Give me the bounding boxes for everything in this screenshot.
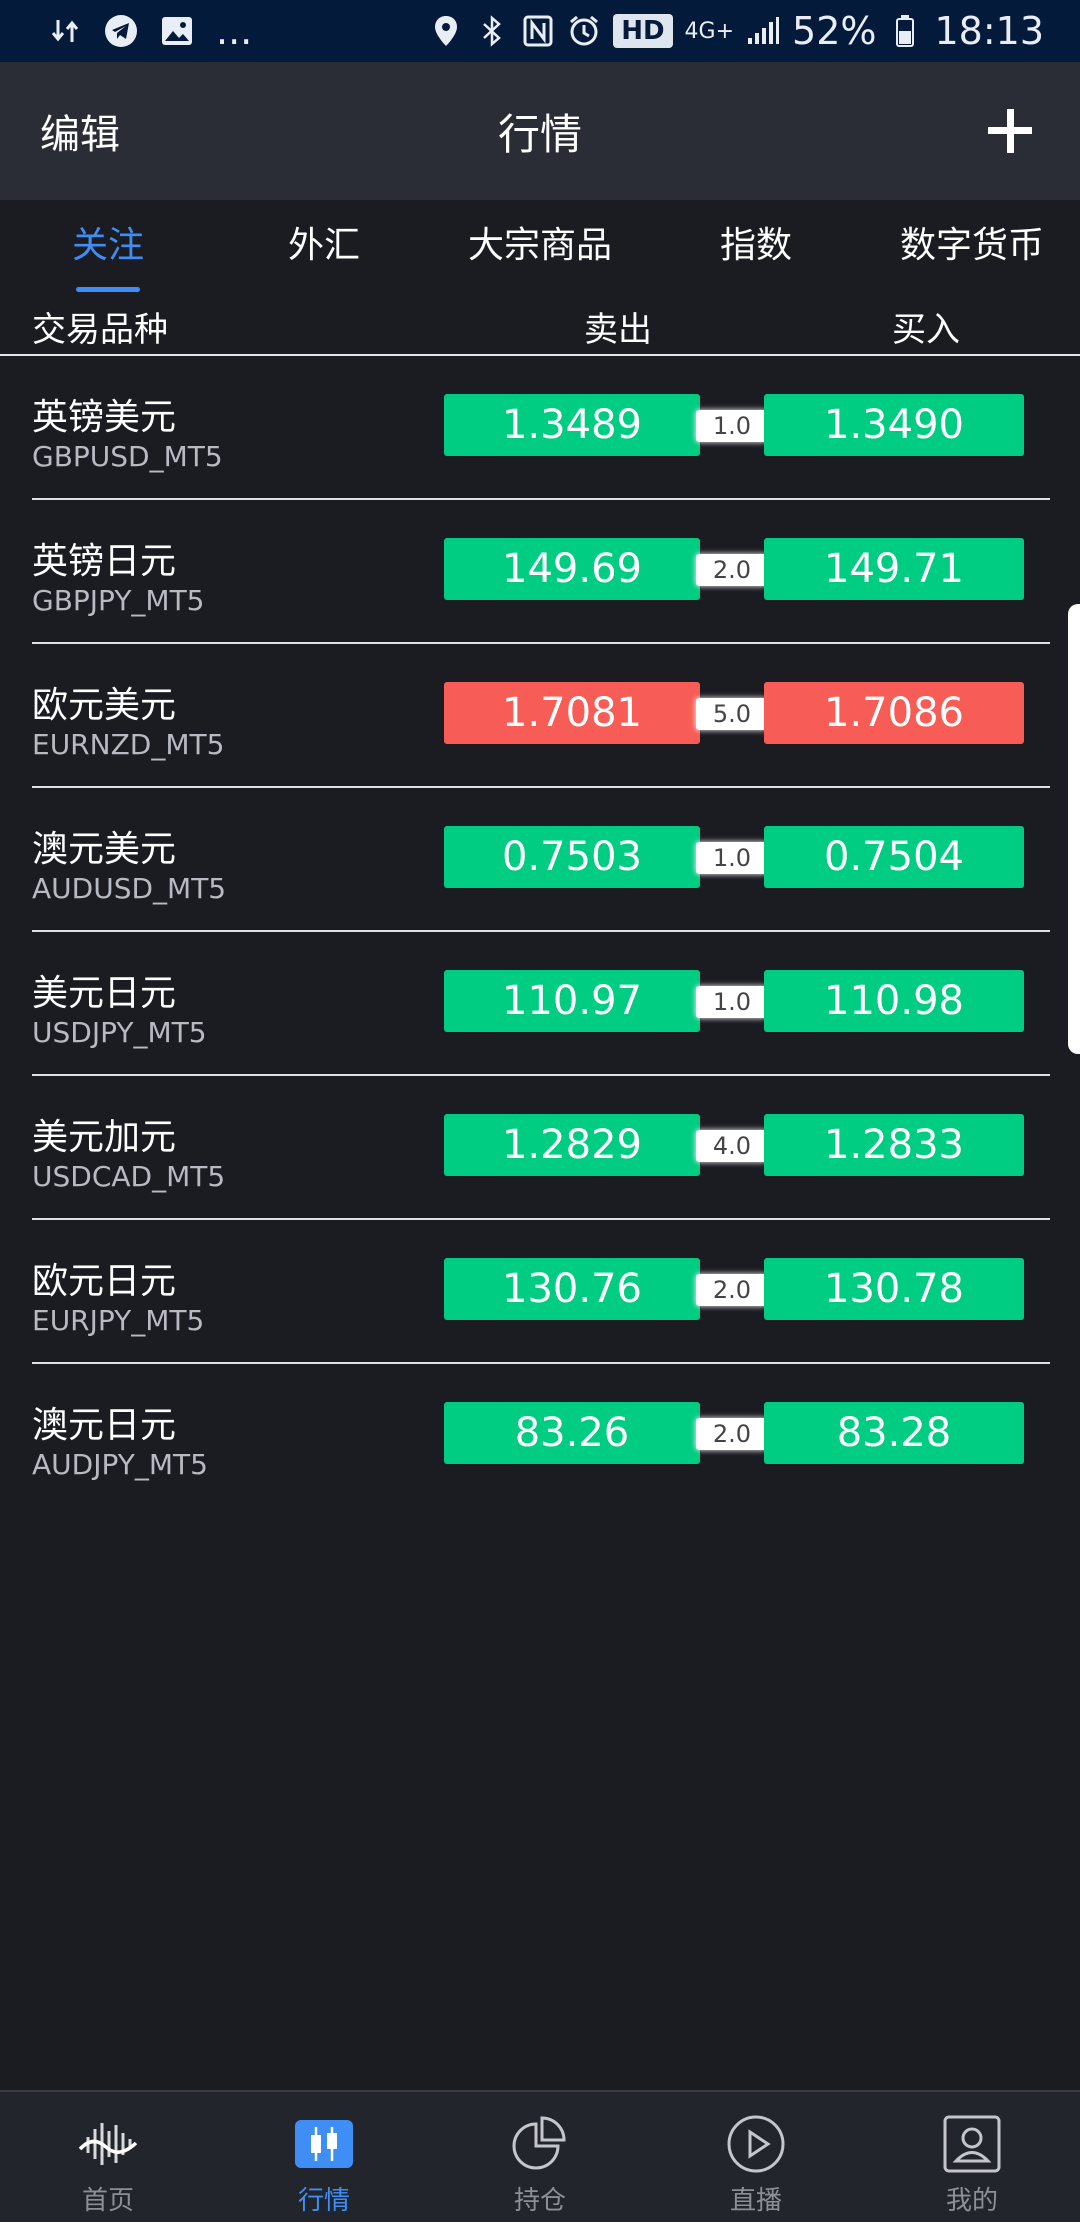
bottom-nav-label: 我的 [945, 2186, 998, 2216]
wave-icon [78, 2114, 138, 2174]
symbol-code: EURNZD_MT5 [32, 728, 225, 761]
buy-price-button[interactable]: 110.98 [764, 970, 1024, 1032]
symbol-code: GBPJPY_MT5 [32, 584, 205, 617]
spread-badge: 1.0 [696, 410, 768, 442]
play-icon [726, 2114, 786, 2174]
spread-badge: 1.0 [696, 842, 768, 874]
spread-badge: 4.0 [696, 1130, 768, 1162]
status-bar: ... HD 4G+ 52% 18:13 [0, 0, 1080, 62]
buy-price-button[interactable]: 1.3490 [764, 394, 1024, 456]
battery-percent: 52% [792, 9, 877, 53]
buy-price-button[interactable]: 130.78 [764, 1258, 1024, 1320]
symbol-code: EURJPY_MT5 [32, 1304, 205, 1337]
spread-badge: 2.0 [696, 1418, 768, 1450]
column-header: 交易品种 卖出 买入 [0, 292, 1080, 356]
tab-commodities[interactable]: 大宗商品 [432, 200, 648, 292]
nfc-icon [521, 14, 555, 48]
bluetooth-icon [475, 14, 509, 48]
symbol-name: 澳元美元 [32, 829, 177, 870]
bottom-nav: 首页 行情 持仓 直播 我的 [0, 2090, 1080, 2222]
bottom-nav-profile[interactable]: 我的 [864, 2092, 1080, 2222]
edit-button[interactable]: 编辑 [40, 102, 120, 160]
sell-price-button[interactable]: 1.7081 [444, 682, 700, 744]
network-type: 4G+ [684, 18, 735, 44]
quote-list: 英镑美元 GBPUSD_MT5 1.3489 1.0 1.3490 英镑日元 G… [0, 356, 1080, 1508]
bottom-nav-home[interactable]: 首页 [0, 2092, 216, 2222]
buy-price-button[interactable]: 149.71 [764, 538, 1024, 600]
symbol-code: AUDUSD_MT5 [32, 872, 227, 905]
symbol-name: 美元加元 [32, 1117, 177, 1158]
pie-chart-icon [510, 2114, 570, 2174]
symbol-code: USDJPY_MT5 [32, 1016, 207, 1049]
battery-icon [888, 14, 922, 48]
tab-indices[interactable]: 指数 [648, 200, 864, 292]
symbol-name: 美元日元 [32, 973, 177, 1014]
more-indicator: ... [216, 9, 253, 53]
alarm-icon [567, 14, 601, 48]
symbol-name: 澳元日元 [32, 1405, 177, 1446]
clock: 18:13 [934, 9, 1044, 53]
bottom-nav-quotes[interactable]: 行情 [216, 2092, 432, 2222]
quote-row[interactable]: 澳元日元 AUDJPY_MT5 83.26 2.0 83.28 [0, 1364, 1080, 1508]
sell-price-button[interactable]: 110.97 [444, 970, 700, 1032]
symbol-code: GBPUSD_MT5 [32, 440, 223, 473]
edge-panel-handle[interactable] [1068, 604, 1080, 1054]
download-upload-icon [48, 14, 82, 48]
buy-price-button[interactable]: 83.28 [764, 1402, 1024, 1464]
sell-price-button[interactable]: 83.26 [444, 1402, 700, 1464]
top-nav-bar: 编辑 行情 [0, 62, 1080, 200]
column-sell: 卖出 [584, 310, 652, 350]
quote-row[interactable]: 澳元美元 AUDUSD_MT5 0.7503 1.0 0.7504 [0, 788, 1080, 932]
image-icon [160, 14, 194, 48]
spread-badge: 5.0 [696, 698, 768, 730]
bottom-nav-label: 持仓 [513, 2186, 566, 2216]
sell-price-button[interactable]: 1.3489 [444, 394, 700, 456]
bottom-nav-label: 直播 [729, 2186, 782, 2216]
candlestick-icon [294, 2114, 354, 2174]
symbol-code: USDCAD_MT5 [32, 1160, 226, 1193]
symbol-name: 英镑日元 [32, 541, 177, 582]
user-icon [942, 2114, 1002, 2174]
symbol-name: 欧元美元 [32, 685, 177, 726]
spread-badge: 2.0 [696, 554, 768, 586]
quote-row[interactable]: 美元加元 USDCAD_MT5 1.2829 4.0 1.2833 [0, 1076, 1080, 1220]
tab-forex[interactable]: 外汇 [216, 200, 432, 292]
quote-row[interactable]: 英镑日元 GBPJPY_MT5 149.69 2.0 149.71 [0, 500, 1080, 644]
category-tabs: 关注 外汇 大宗商品 指数 数字货币 [0, 200, 1080, 292]
quote-row[interactable]: 欧元日元 EURJPY_MT5 130.76 2.0 130.78 [0, 1220, 1080, 1364]
tab-crypto[interactable]: 数字货币 [864, 200, 1080, 292]
spread-badge: 1.0 [696, 986, 768, 1018]
page-title: 行情 [497, 109, 582, 159]
add-icon[interactable] [980, 101, 1040, 161]
bottom-nav-positions[interactable]: 持仓 [432, 2092, 648, 2222]
signal-icon [746, 14, 780, 48]
symbol-name: 欧元日元 [32, 1261, 177, 1302]
bottom-nav-live[interactable]: 直播 [648, 2092, 864, 2222]
spread-badge: 2.0 [696, 1274, 768, 1306]
sell-price-button[interactable]: 1.2829 [444, 1114, 700, 1176]
bottom-nav-label: 首页 [81, 2186, 134, 2216]
symbol-name: 英镑美元 [32, 397, 177, 438]
column-buy: 买入 [892, 310, 960, 350]
symbol-code: AUDJPY_MT5 [32, 1448, 208, 1481]
telegram-icon [104, 14, 138, 48]
sell-price-button[interactable]: 130.76 [444, 1258, 700, 1320]
bottom-nav-label: 行情 [297, 2186, 350, 2216]
tab-watchlist[interactable]: 关注 [0, 200, 216, 292]
sell-price-button[interactable]: 149.69 [444, 538, 700, 600]
quote-row[interactable]: 英镑美元 GBPUSD_MT5 1.3489 1.0 1.3490 [0, 356, 1080, 500]
location-icon [429, 14, 463, 48]
sell-price-button[interactable]: 0.7503 [444, 826, 700, 888]
hd-badge: HD [613, 14, 673, 48]
quote-row[interactable]: 美元日元 USDJPY_MT5 110.97 1.0 110.98 [0, 932, 1080, 1076]
buy-price-button[interactable]: 1.2833 [764, 1114, 1024, 1176]
buy-price-button[interactable]: 1.7086 [764, 682, 1024, 744]
column-symbol: 交易品种 [32, 310, 168, 350]
buy-price-button[interactable]: 0.7504 [764, 826, 1024, 888]
quote-row[interactable]: 欧元美元 EURNZD_MT5 1.7081 5.0 1.7086 [0, 644, 1080, 788]
